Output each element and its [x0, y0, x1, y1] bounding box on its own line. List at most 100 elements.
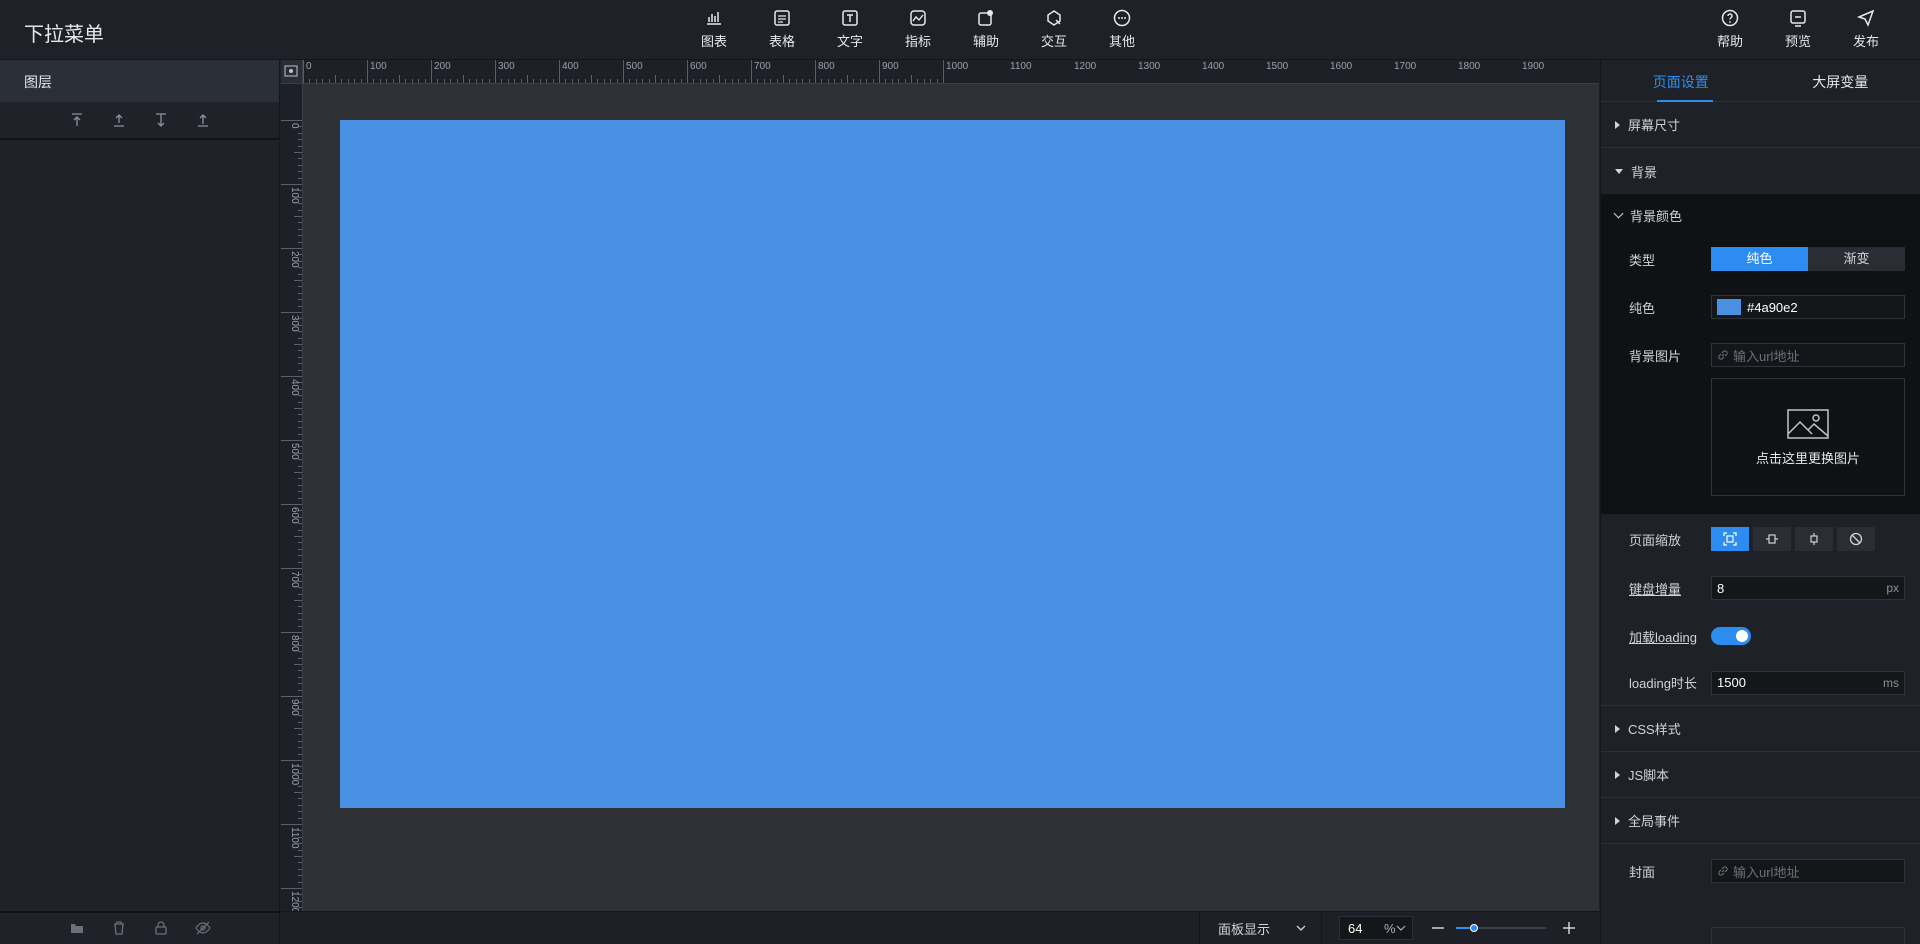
color-swatch[interactable]: [1717, 299, 1741, 315]
ruler-tick: [681, 79, 682, 83]
cover-image-box[interactable]: [1711, 927, 1905, 943]
scale-none-button[interactable]: [1837, 527, 1875, 551]
tool-text[interactable]: 文字: [816, 8, 884, 54]
folder-icon[interactable]: [69, 920, 85, 936]
section-screen-size[interactable]: 屏幕尺寸: [1601, 102, 1920, 148]
ruler-tick: [405, 79, 406, 83]
ruler-tick: [298, 210, 302, 211]
section-label: 背景: [1631, 162, 1657, 181]
tool-interaction[interactable]: 交互: [1020, 8, 1088, 54]
zoom-in-icon[interactable]: [1562, 921, 1576, 935]
ruler-tick: [298, 434, 302, 435]
ruler-tick: [298, 690, 302, 691]
tool-more[interactable]: 其他: [1088, 8, 1156, 54]
loading-row: 加载loading: [1601, 612, 1920, 660]
ruler-tick: [298, 414, 302, 415]
ruler-tick: [294, 664, 302, 665]
ruler-tick: [298, 286, 302, 287]
delete-icon[interactable]: [111, 920, 127, 936]
move-up-icon[interactable]: [111, 112, 127, 128]
scale-height-button[interactable]: [1795, 527, 1833, 551]
ruler-tick: [706, 79, 707, 83]
ruler-tick: [623, 60, 624, 83]
lock-icon[interactable]: [153, 920, 169, 936]
section-background[interactable]: 背景: [1601, 148, 1920, 194]
ruler-tick: [329, 79, 330, 83]
ruler-label: 800: [289, 635, 300, 652]
ruler-corner[interactable]: [281, 60, 303, 84]
scale-fit-button[interactable]: [1711, 527, 1749, 551]
page-scale-options: [1711, 527, 1905, 551]
tool-chart[interactable]: 图表: [680, 8, 748, 54]
tab-page-settings[interactable]: 页面设置: [1601, 60, 1761, 101]
ruler-tick: [298, 670, 302, 671]
text-icon: [840, 8, 860, 28]
publish-button[interactable]: 发布: [1832, 8, 1900, 54]
ruler-tick: [294, 472, 302, 473]
move-to-bottom-icon[interactable]: [153, 112, 169, 128]
type-gradient-button[interactable]: 渐变: [1808, 247, 1905, 271]
cover-url-input[interactable]: 输入url地址: [1711, 859, 1905, 883]
bg-image-url-input[interactable]: 输入url地址: [1711, 343, 1905, 367]
ruler-tick: [489, 79, 490, 83]
move-down-icon[interactable]: [195, 112, 211, 128]
ruler-tick: [294, 344, 302, 345]
ruler-tick: [847, 75, 848, 83]
hide-icon[interactable]: [195, 920, 211, 936]
ruler-label: 700: [754, 61, 771, 72]
section-global-events[interactable]: 全局事件: [1601, 798, 1920, 844]
tool-indicator[interactable]: 指标: [884, 8, 952, 54]
ruler-tick: [457, 79, 458, 83]
url-placeholder: 输入url地址: [1733, 346, 1799, 365]
section-js[interactable]: JS脚本: [1601, 752, 1920, 798]
ruler-tick: [873, 79, 874, 83]
help-button[interactable]: 帮助: [1696, 8, 1764, 54]
color-input[interactable]: #4a90e2: [1711, 295, 1905, 319]
ruler-label: 500: [289, 443, 300, 460]
move-to-top-icon[interactable]: [69, 112, 85, 128]
ruler-tick: [373, 79, 374, 83]
ruler-tick: [553, 79, 554, 83]
ruler-tick: [298, 869, 302, 870]
screen-canvas[interactable]: [340, 120, 1565, 808]
tool-assist[interactable]: 辅助: [952, 8, 1020, 54]
horizontal-ruler[interactable]: 0100200300400500600700800900100011001200…: [303, 60, 1599, 84]
tool-table[interactable]: 表格: [748, 8, 816, 54]
ruler-tick: [298, 626, 302, 627]
ruler-tick: [911, 75, 912, 83]
ruler-tick: [298, 293, 302, 294]
zoom-slider-handle[interactable]: [1470, 924, 1478, 932]
ruler-tick: [540, 79, 541, 83]
caret-right-icon: [1615, 121, 1620, 129]
bg-color-header[interactable]: 背景颜色: [1601, 194, 1920, 236]
ruler-tick: [386, 79, 387, 83]
chevron-down-icon[interactable]: [1396, 923, 1406, 933]
loading-toggle[interactable]: [1711, 627, 1751, 645]
keyboard-step-input[interactable]: 8 px: [1711, 576, 1905, 600]
ruler-tick: [298, 613, 302, 614]
ruler-tick: [719, 75, 720, 83]
vertical-ruler[interactable]: 0100200300400500600700800900100011001200: [281, 84, 303, 911]
ruler-tick: [298, 299, 302, 300]
canvas-area[interactable]: [303, 84, 1599, 911]
preview-button[interactable]: 预览: [1764, 8, 1832, 54]
ruler-tick: [298, 862, 302, 863]
tool-label: 其他: [1109, 31, 1135, 50]
ruler-tick: [693, 79, 694, 83]
ruler-tick: [294, 152, 302, 153]
type-solid-button[interactable]: 纯色: [1711, 247, 1808, 271]
scale-width-button[interactable]: [1753, 527, 1791, 551]
panel-display-select[interactable]: 面板显示: [1199, 912, 1322, 944]
section-label: JS脚本: [1628, 765, 1669, 784]
section-css[interactable]: CSS样式: [1601, 706, 1920, 752]
image-upload-box[interactable]: 点击这里更换图片: [1711, 378, 1905, 496]
zoom-slider[interactable]: [1456, 927, 1546, 929]
zoom-out-icon[interactable]: [1431, 921, 1445, 935]
ruler-label: 100: [289, 187, 300, 204]
loading-duration-input[interactable]: 1500 ms: [1711, 671, 1905, 695]
tab-screen-variables[interactable]: 大屏变量: [1761, 60, 1920, 101]
zoom-input[interactable]: 64 %: [1339, 916, 1413, 940]
ruler-tick: [298, 542, 302, 543]
fit-height-icon: [1807, 532, 1821, 546]
ruler-tick: [514, 79, 515, 83]
